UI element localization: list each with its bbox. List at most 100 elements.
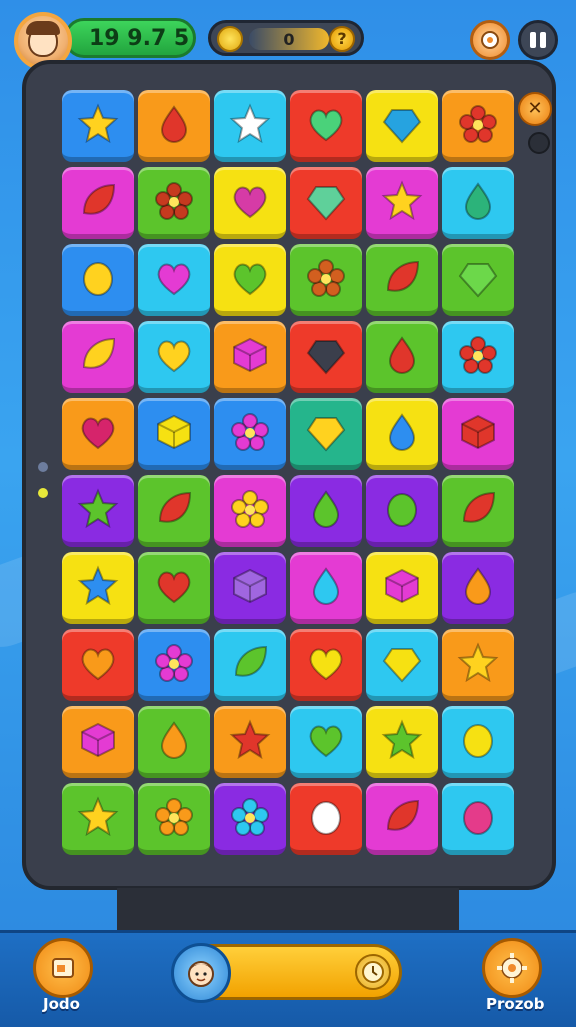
tile-r8-c5[interactable]	[366, 629, 438, 701]
level-progress-bar[interactable]	[171, 943, 402, 1003]
tile-r2-c1[interactable]	[62, 167, 134, 239]
tile-r9-c6[interactable]	[442, 706, 514, 778]
star-icon	[381, 179, 423, 220]
cube-icon	[233, 337, 267, 372]
heart-icon	[81, 648, 115, 680]
tile-r10-c2[interactable]	[138, 783, 210, 855]
game-board: ✕	[22, 60, 556, 890]
tile-r1-c6[interactable]	[442, 90, 514, 162]
tile-r7-c4[interactable]	[290, 552, 362, 624]
tile-r9-c3[interactable]	[214, 706, 286, 778]
pause-button[interactable]	[518, 20, 558, 60]
leaf-icon	[386, 260, 420, 292]
tile-r3-c1[interactable]	[62, 244, 134, 316]
tile-r5-c1[interactable]	[62, 398, 134, 470]
tile-r6-c3[interactable]	[214, 475, 286, 547]
help-button[interactable]: ?	[329, 26, 355, 52]
tile-r8-c1[interactable]	[62, 629, 134, 701]
heart-icon	[309, 725, 343, 757]
cube-icon	[233, 568, 267, 603]
tile-r8-c6[interactable]	[442, 629, 514, 701]
timer-icon	[355, 954, 391, 990]
flower-icon	[307, 258, 345, 297]
tile-r10-c4[interactable]	[290, 783, 362, 855]
tile-r4-c1[interactable]	[62, 321, 134, 393]
left-action-button[interactable]	[33, 938, 93, 998]
right-action-button[interactable]	[482, 938, 542, 998]
tile-r8-c4[interactable]	[290, 629, 362, 701]
tile-r5-c2[interactable]	[138, 398, 210, 470]
egg-icon	[463, 800, 493, 835]
cube-icon	[81, 722, 115, 757]
side-close-button[interactable]: ✕	[518, 92, 552, 126]
heart-icon	[81, 417, 115, 449]
tile-r6-c2[interactable]	[138, 475, 210, 547]
tile-r2-c2[interactable]	[138, 167, 210, 239]
flower-icon	[231, 797, 269, 836]
tile-r4-c5[interactable]	[366, 321, 438, 393]
drop-icon	[464, 566, 492, 605]
flower-icon	[155, 643, 193, 682]
tile-r10-c3[interactable]	[214, 783, 286, 855]
star-icon	[77, 487, 119, 528]
tile-r7-c6[interactable]	[442, 552, 514, 624]
tile-r5-c3[interactable]	[214, 398, 286, 470]
tile-r8-c2[interactable]	[138, 629, 210, 701]
tile-r5-c4[interactable]	[290, 398, 362, 470]
tile-r5-c5[interactable]	[366, 398, 438, 470]
tile-r2-c6[interactable]	[442, 167, 514, 239]
tile-r1-c1[interactable]	[62, 90, 134, 162]
heart-icon	[157, 340, 191, 372]
tile-r9-c2[interactable]	[138, 706, 210, 778]
cube-icon	[157, 414, 191, 449]
tile-r7-c5[interactable]	[366, 552, 438, 624]
tile-r2-c5[interactable]	[366, 167, 438, 239]
tile-r1-c3[interactable]	[214, 90, 286, 162]
drop-icon	[464, 181, 492, 220]
coin-icon	[217, 26, 243, 52]
tile-r3-c3[interactable]	[214, 244, 286, 316]
heart-icon	[157, 263, 191, 295]
tile-r6-c6[interactable]	[442, 475, 514, 547]
tile-r1-c5[interactable]	[366, 90, 438, 162]
tile-r3-c5[interactable]	[366, 244, 438, 316]
drop-icon	[388, 335, 416, 374]
tile-r10-c5[interactable]	[366, 783, 438, 855]
boy-face-icon	[188, 961, 214, 987]
tile-r4-c3[interactable]	[214, 321, 286, 393]
drop-icon	[160, 720, 188, 759]
tile-r7-c2[interactable]	[138, 552, 210, 624]
gem-icon	[458, 262, 498, 297]
tile-r10-c1[interactable]	[62, 783, 134, 855]
settings-button[interactable]	[470, 20, 510, 60]
tile-r7-c3[interactable]	[214, 552, 286, 624]
flower-icon	[459, 335, 497, 374]
tile-r9-c1[interactable]	[62, 706, 134, 778]
tile-r8-c3[interactable]	[214, 629, 286, 701]
tile-r6-c5[interactable]	[366, 475, 438, 547]
tile-r4-c2[interactable]	[138, 321, 210, 393]
leaf-icon	[234, 645, 268, 677]
tile-r3-c6[interactable]	[442, 244, 514, 316]
tile-r4-c4[interactable]	[290, 321, 362, 393]
helper-avatar	[171, 943, 231, 1003]
heart-icon	[233, 186, 267, 218]
star-icon	[77, 564, 119, 605]
tile-r1-c2[interactable]	[138, 90, 210, 162]
tile-r9-c5[interactable]	[366, 706, 438, 778]
tile-r2-c4[interactable]	[290, 167, 362, 239]
drop-icon	[312, 566, 340, 605]
tile-r6-c4[interactable]	[290, 475, 362, 547]
tile-r9-c4[interactable]	[290, 706, 362, 778]
tile-r6-c1[interactable]	[62, 475, 134, 547]
tile-r2-c3[interactable]	[214, 167, 286, 239]
tile-r4-c6[interactable]	[442, 321, 514, 393]
board-stand	[117, 888, 459, 930]
leaf-icon	[386, 799, 420, 831]
tile-r1-c4[interactable]	[290, 90, 362, 162]
tile-r3-c4[interactable]	[290, 244, 362, 316]
tile-r10-c6[interactable]	[442, 783, 514, 855]
tile-r3-c2[interactable]	[138, 244, 210, 316]
tile-r5-c6[interactable]	[442, 398, 514, 470]
tile-r7-c1[interactable]	[62, 552, 134, 624]
